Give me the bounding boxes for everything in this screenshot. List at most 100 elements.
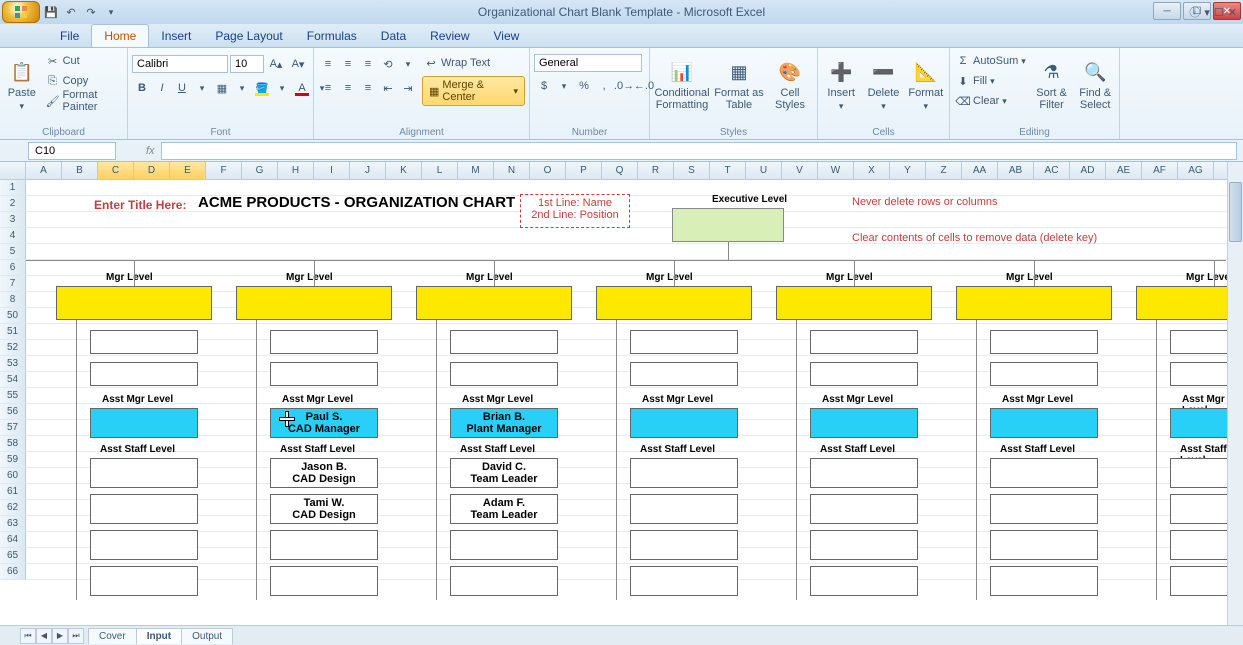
merge-center-button[interactable]: ▦Merge & Center▾ bbox=[422, 76, 525, 106]
asst-mgr-box[interactable] bbox=[90, 408, 198, 438]
col-header-Q[interactable]: Q bbox=[602, 162, 638, 179]
tab-nav-prev[interactable]: ◀ bbox=[36, 628, 52, 644]
qat-dropdown-icon[interactable]: ▾ bbox=[102, 3, 120, 21]
staff-box-blank[interactable] bbox=[990, 330, 1098, 354]
staff-box[interactable] bbox=[630, 530, 738, 560]
ribbon-minimize-icon[interactable]: ▾ bbox=[1204, 6, 1210, 19]
underline-dropdown[interactable]: ▾ bbox=[192, 78, 212, 98]
row-header-58[interactable]: 58 bbox=[0, 436, 26, 452]
tab-nav-last[interactable]: ⏭ bbox=[68, 628, 84, 644]
row-header-56[interactable]: 56 bbox=[0, 404, 26, 420]
tab-home[interactable]: Home bbox=[91, 24, 149, 47]
fill-color-button[interactable]: 🪣 bbox=[252, 78, 272, 98]
copy-button[interactable]: ⎘Copy bbox=[44, 72, 123, 90]
tab-file[interactable]: File bbox=[48, 25, 91, 47]
scroll-thumb[interactable] bbox=[1229, 182, 1242, 242]
asst-mgr-box[interactable]: Brian B.Plant Manager bbox=[450, 408, 558, 438]
cell-styles-button[interactable]: 🎨Cell Styles bbox=[768, 50, 812, 122]
executive-box[interactable] bbox=[672, 208, 784, 242]
tab-view[interactable]: View bbox=[482, 25, 532, 47]
row-header-5[interactable]: 5 bbox=[0, 244, 26, 260]
wrap-text-button[interactable]: ↩Wrap Text bbox=[422, 54, 525, 72]
row-header-62[interactable]: 62 bbox=[0, 500, 26, 516]
staff-box[interactable] bbox=[450, 566, 558, 596]
worksheet[interactable]: ABCDEFGHIJKLMNOPQRSTUVWXYZAAABACADAEAFAG… bbox=[0, 162, 1243, 645]
sheet-tab-output[interactable]: Output bbox=[181, 628, 233, 644]
tab-data[interactable]: Data bbox=[369, 25, 418, 47]
paste-button[interactable]: 📋 Paste▾ bbox=[4, 50, 40, 122]
column-headers[interactable]: ABCDEFGHIJKLMNOPQRSTUVWXYZAAABACADAEAFAG bbox=[0, 162, 1243, 180]
staff-box[interactable] bbox=[810, 458, 918, 488]
asst-mgr-box[interactable] bbox=[810, 408, 918, 438]
col-header-AD[interactable]: AD bbox=[1070, 162, 1106, 179]
fill-button[interactable]: ⬇Fill▾ bbox=[954, 72, 1028, 90]
sheet-tab-cover[interactable]: Cover bbox=[88, 628, 137, 644]
underline-button[interactable]: U bbox=[172, 78, 192, 98]
tab-insert[interactable]: Insert bbox=[149, 25, 203, 47]
row-header-65[interactable]: 65 bbox=[0, 548, 26, 564]
help-icon[interactable]: ⓘ bbox=[1189, 4, 1200, 20]
row-header-57[interactable]: 57 bbox=[0, 420, 26, 436]
tab-formulas[interactable]: Formulas bbox=[295, 25, 369, 47]
row-header-2[interactable]: 2 bbox=[0, 196, 26, 212]
col-header-V[interactable]: V bbox=[782, 162, 818, 179]
row-header-6[interactable]: 6 bbox=[0, 260, 26, 276]
save-icon[interactable]: 💾 bbox=[42, 3, 60, 21]
staff-box[interactable]: Adam F.Team Leader bbox=[450, 494, 558, 524]
staff-box[interactable] bbox=[270, 566, 378, 596]
col-header-U[interactable]: U bbox=[746, 162, 782, 179]
align-bottom-button[interactable]: ≡ bbox=[358, 54, 378, 74]
office-button[interactable] bbox=[2, 1, 40, 23]
staff-box-blank[interactable] bbox=[450, 330, 558, 354]
row-header-8[interactable]: 8 bbox=[0, 292, 26, 308]
row-header-64[interactable]: 64 bbox=[0, 532, 26, 548]
clear-button[interactable]: ⌫Clear▾ bbox=[954, 92, 1028, 110]
align-left-button[interactable]: ≡ bbox=[318, 78, 338, 98]
col-header-AB[interactable]: AB bbox=[998, 162, 1034, 179]
staff-box[interactable] bbox=[90, 494, 198, 524]
staff-box-blank[interactable] bbox=[90, 362, 198, 386]
col-header-O[interactable]: O bbox=[530, 162, 566, 179]
fx-icon[interactable]: fx bbox=[146, 145, 155, 157]
italic-button[interactable]: I bbox=[152, 78, 172, 98]
col-header-S[interactable]: S bbox=[674, 162, 710, 179]
mgr-box[interactable] bbox=[56, 286, 212, 320]
name-box[interactable]: C10 bbox=[28, 142, 116, 160]
col-header-G[interactable]: G bbox=[242, 162, 278, 179]
staff-box[interactable] bbox=[450, 530, 558, 560]
insert-cells-button[interactable]: ➕Insert▾ bbox=[822, 50, 860, 122]
undo-icon[interactable]: ↶ bbox=[62, 3, 80, 21]
staff-box[interactable] bbox=[90, 458, 198, 488]
col-header-Z[interactable]: Z bbox=[926, 162, 962, 179]
fill-dropdown[interactable]: ▾ bbox=[272, 78, 292, 98]
font-name-combo[interactable]: Calibri bbox=[132, 55, 228, 73]
tab-review[interactable]: Review bbox=[418, 25, 481, 47]
row-header-60[interactable]: 60 bbox=[0, 468, 26, 484]
col-header-M[interactable]: M bbox=[458, 162, 494, 179]
col-header-B[interactable]: B bbox=[62, 162, 98, 179]
col-header-C[interactable]: C bbox=[98, 162, 134, 179]
mgr-box[interactable] bbox=[236, 286, 392, 320]
font-size-combo[interactable]: 10 bbox=[230, 55, 264, 73]
col-header-D[interactable]: D bbox=[134, 162, 170, 179]
row-header-53[interactable]: 53 bbox=[0, 356, 26, 372]
staff-box[interactable] bbox=[270, 530, 378, 560]
select-all-corner[interactable] bbox=[0, 162, 26, 179]
staff-box[interactable] bbox=[810, 530, 918, 560]
staff-box[interactable] bbox=[810, 494, 918, 524]
percent-button[interactable]: % bbox=[574, 76, 594, 96]
orientation-button[interactable]: ⟲ bbox=[378, 54, 398, 74]
row-header-54[interactable]: 54 bbox=[0, 372, 26, 388]
staff-box-blank[interactable] bbox=[810, 362, 918, 386]
row-header-63[interactable]: 63 bbox=[0, 516, 26, 532]
number-format-combo[interactable]: General bbox=[534, 54, 642, 72]
border-dropdown[interactable]: ▾ bbox=[232, 78, 252, 98]
bold-button[interactable]: B bbox=[132, 78, 152, 98]
col-header-J[interactable]: J bbox=[350, 162, 386, 179]
staff-box[interactable] bbox=[990, 458, 1098, 488]
formula-bar[interactable] bbox=[161, 142, 1237, 160]
doc-restore-icon[interactable]: ☐ bbox=[1214, 6, 1224, 19]
redo-icon[interactable]: ↷ bbox=[82, 3, 100, 21]
sort-filter-button[interactable]: ⚗Sort & Filter bbox=[1032, 50, 1072, 122]
staff-box[interactable] bbox=[630, 458, 738, 488]
